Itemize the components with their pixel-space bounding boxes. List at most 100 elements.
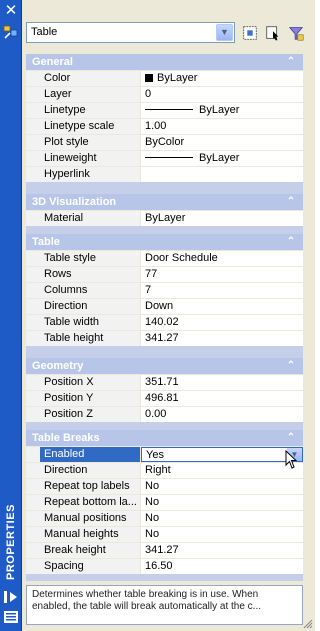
property-value[interactable]: Door Schedule bbox=[141, 251, 303, 266]
quick-select-icon[interactable] bbox=[240, 23, 260, 43]
collapse-icon[interactable]: ⌃ bbox=[285, 54, 297, 70]
property-row-direction[interactable]: Direction Down bbox=[26, 298, 303, 314]
section-title: Table bbox=[32, 236, 60, 248]
chevron-down-icon[interactable]: ▼ bbox=[216, 24, 233, 41]
collapse-icon[interactable]: ⌃ bbox=[285, 358, 297, 374]
property-label: Manual positions bbox=[40, 511, 141, 526]
property-label: Position X bbox=[40, 375, 141, 390]
section-title: 3D Visualization bbox=[32, 196, 117, 208]
property-value[interactable]: 7 bbox=[141, 283, 303, 298]
property-row-table-style[interactable]: Table style Door Schedule bbox=[26, 250, 303, 266]
property-row-repeat-top-labels[interactable]: Repeat top labels No bbox=[26, 478, 303, 494]
property-row-manual-positions[interactable]: Manual positions No bbox=[26, 510, 303, 526]
close-icon[interactable]: ✕ bbox=[3, 2, 19, 18]
section-header-geometry[interactable]: Geometry ⌃ bbox=[26, 358, 303, 374]
property-row-layer[interactable]: Layer 0 bbox=[26, 86, 303, 102]
property-description: Determines whether table breaking is in … bbox=[26, 585, 303, 625]
enabled-select[interactable]: Yes ▼ bbox=[141, 447, 303, 462]
property-label: Color bbox=[40, 71, 141, 86]
property-row-table-height[interactable]: Table height 341.27 bbox=[26, 330, 303, 346]
property-value[interactable]: 16.50 bbox=[141, 559, 303, 574]
property-row-position-x[interactable]: Position X 351.71 bbox=[26, 374, 303, 390]
property-label: Manual heights bbox=[40, 527, 141, 542]
property-row-plot-style[interactable]: Plot style ByColor bbox=[26, 134, 303, 150]
property-row-position-y[interactable]: Position Y 496.81 bbox=[26, 390, 303, 406]
property-row-position-z[interactable]: Position Z 0.00 bbox=[26, 406, 303, 422]
property-value[interactable]: 140.02 bbox=[141, 315, 303, 330]
property-value[interactable]: ByColor bbox=[141, 135, 303, 150]
property-value[interactable] bbox=[141, 167, 303, 182]
section-title: Geometry bbox=[32, 360, 84, 372]
property-value[interactable]: ByLayer bbox=[141, 151, 303, 166]
property-row-enabled[interactable]: Enabled Yes ▼ bbox=[26, 446, 303, 462]
property-label: Table height bbox=[40, 331, 141, 346]
section-general: General ⌃ Color ByLayer Layer 0 Linetype… bbox=[26, 54, 303, 182]
property-row-linetype[interactable]: Linetype ByLayer bbox=[26, 102, 303, 118]
collapse-icon[interactable]: ⌃ bbox=[285, 194, 297, 210]
property-label: Enabled bbox=[40, 447, 141, 462]
properties-menu-icon[interactable] bbox=[3, 610, 19, 624]
select-objects-icon[interactable] bbox=[263, 23, 283, 43]
property-row-repeat-bottom-labels[interactable]: Repeat bottom la... No bbox=[26, 494, 303, 510]
toggle-pickadd-icon[interactable] bbox=[286, 23, 306, 43]
property-value[interactable]: Down bbox=[141, 299, 303, 314]
property-row-lineweight[interactable]: Lineweight ByLayer bbox=[26, 150, 303, 166]
property-label: Layer bbox=[40, 87, 141, 102]
property-value[interactable]: ByLayer bbox=[141, 71, 303, 86]
property-value[interactable]: ByLayer bbox=[141, 103, 303, 118]
property-value[interactable]: 341.27 bbox=[141, 331, 303, 346]
property-label: Direction bbox=[40, 299, 141, 314]
property-row-hyperlink[interactable]: Hyperlink bbox=[26, 166, 303, 182]
property-row-table-width[interactable]: Table width 140.02 bbox=[26, 314, 303, 330]
resize-grip-icon[interactable] bbox=[303, 619, 313, 629]
property-value[interactable]: No bbox=[141, 495, 303, 510]
section-geometry: Geometry ⌃ Position X 351.71 Position Y … bbox=[26, 358, 303, 422]
property-row-linetype-scale[interactable]: Linetype scale 1.00 bbox=[26, 118, 303, 134]
property-value[interactable]: 0 bbox=[141, 87, 303, 102]
property-row-manual-heights[interactable]: Manual heights No bbox=[26, 526, 303, 542]
property-label: Position Z bbox=[40, 407, 141, 422]
section-title: Table Breaks bbox=[32, 432, 100, 444]
collapse-icon[interactable]: ⌃ bbox=[285, 234, 297, 250]
properties-panel: Table ▼ General ⌃ Color ByLayer Layer 0 … bbox=[22, 0, 315, 631]
linetype-sample bbox=[145, 109, 193, 110]
property-value[interactable]: No bbox=[141, 511, 303, 526]
property-value[interactable]: No bbox=[141, 527, 303, 542]
section-header-table[interactable]: Table ⌃ bbox=[26, 234, 303, 250]
property-row-spacing[interactable]: Spacing 16.50 bbox=[26, 558, 303, 574]
section-header-table-breaks[interactable]: Table Breaks ⌃ bbox=[26, 430, 303, 446]
property-label: Position Y bbox=[40, 391, 141, 406]
property-value[interactable]: 341.27 bbox=[141, 543, 303, 558]
object-type-select[interactable]: Table ▼ bbox=[26, 22, 235, 43]
section-header-general[interactable]: General ⌃ bbox=[26, 54, 303, 70]
section-header-3d-visualization[interactable]: 3D Visualization ⌃ bbox=[26, 194, 303, 210]
property-value[interactable]: 77 bbox=[141, 267, 303, 282]
property-value[interactable]: 0.00 bbox=[141, 407, 303, 422]
tool-palette-icon[interactable] bbox=[3, 24, 19, 40]
property-label: Rows bbox=[40, 267, 141, 282]
auto-hide-icon[interactable] bbox=[3, 590, 19, 604]
collapse-icon[interactable]: ⌃ bbox=[285, 430, 297, 446]
property-row-columns[interactable]: Columns 7 bbox=[26, 282, 303, 298]
property-label: Break height bbox=[40, 543, 141, 558]
property-value[interactable]: No bbox=[141, 479, 303, 494]
property-value[interactable]: ByLayer bbox=[141, 211, 303, 226]
property-label: Repeat bottom la... bbox=[40, 495, 141, 510]
property-value[interactable]: 1.00 bbox=[141, 119, 303, 134]
property-row-break-height[interactable]: Break height 341.27 bbox=[26, 542, 303, 558]
palette-title-strip: ✕ PROPERTIES bbox=[0, 0, 22, 631]
property-label: Plot style bbox=[40, 135, 141, 150]
property-value[interactable]: 496.81 bbox=[141, 391, 303, 406]
property-row-color[interactable]: Color ByLayer bbox=[26, 70, 303, 86]
property-row-material[interactable]: Material ByLayer bbox=[26, 210, 303, 226]
property-row-break-direction[interactable]: Direction Right bbox=[26, 462, 303, 478]
property-label: Columns bbox=[40, 283, 141, 298]
property-value[interactable]: Right bbox=[141, 463, 303, 478]
property-value[interactable]: 351.71 bbox=[141, 375, 303, 390]
section-title: General bbox=[32, 56, 73, 68]
property-row-rows[interactable]: Rows 77 bbox=[26, 266, 303, 282]
color-swatch bbox=[145, 74, 153, 82]
property-label: Direction bbox=[40, 463, 141, 478]
property-label: Linetype bbox=[40, 103, 141, 118]
property-label: Linetype scale bbox=[40, 119, 141, 134]
